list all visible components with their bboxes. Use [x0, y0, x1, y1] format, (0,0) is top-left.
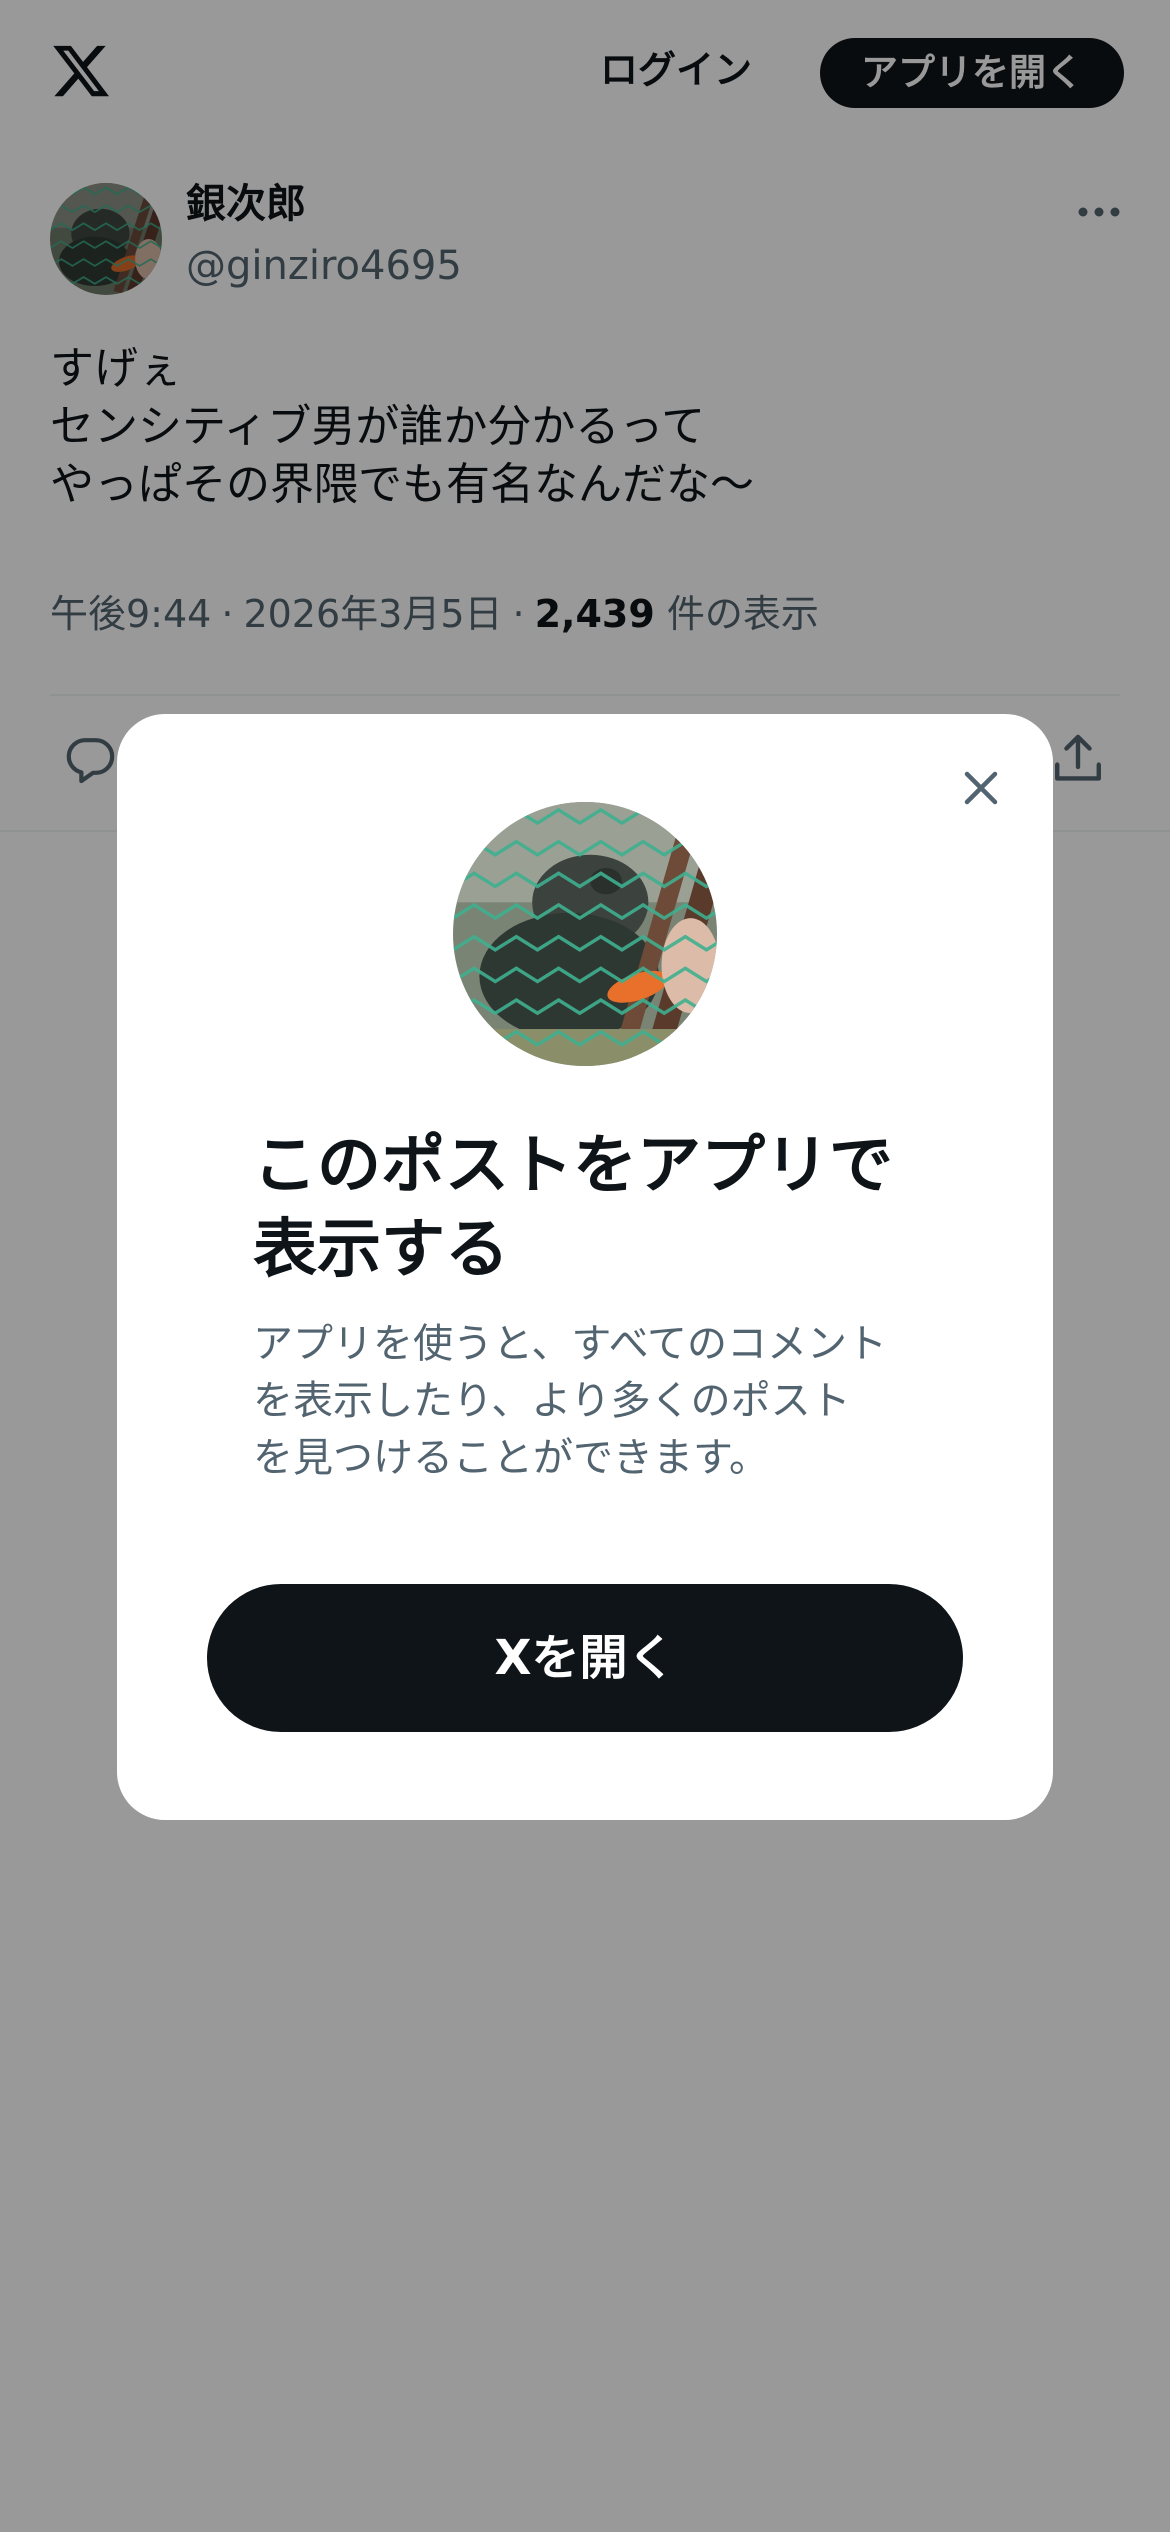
dialog-description: アプリを使うと、すべてのコメント を表示したり、より多くのポスト を見つけること… — [253, 1316, 933, 1487]
dialog-description-line: を見つけることができます。 — [253, 1435, 769, 1481]
dialog-title-line: 表示する — [253, 1213, 509, 1287]
dialog-description-line: を表示したり、より多くのポスト — [253, 1378, 851, 1424]
dialog-title: このポストをアプリで 表示する — [253, 1124, 953, 1292]
profile-avatar — [453, 802, 717, 1066]
open-x-button[interactable]: Xを開く — [207, 1584, 963, 1732]
dialog-description-line: アプリを使うと、すべてのコメント — [253, 1321, 887, 1367]
open-in-app-dialog: このポストをアプリで 表示する アプリを使うと、すべてのコメント を表示したり、… — [117, 714, 1053, 1820]
avatar-photo — [453, 802, 717, 1066]
close-icon[interactable] — [949, 756, 1013, 820]
page: ログイン アプリを開く 銀次郎 @ginziro4695 すげぇ センシティブ男… — [0, 0, 1170, 2532]
dialog-title-line: このポストをアプリで — [253, 1129, 893, 1203]
